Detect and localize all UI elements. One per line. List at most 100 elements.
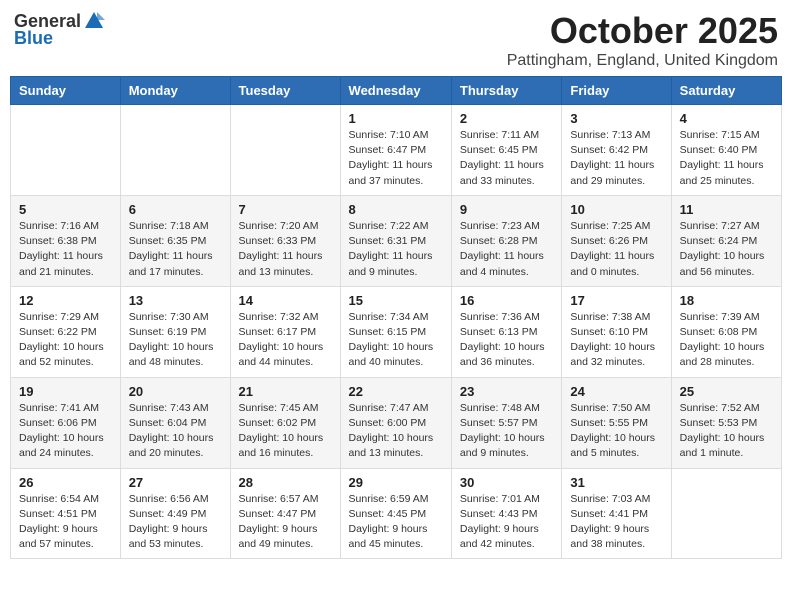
calendar-cell	[671, 468, 781, 559]
calendar-cell: 3 Sunrise: 7:13 AM Sunset: 6:42 PM Daylig…	[562, 105, 671, 196]
calendar-cell: 11Sunrise: 7:27 AM Sunset: 6:24 PM Dayli…	[671, 195, 781, 286]
calendar-cell: 1 Sunrise: 7:10 AM Sunset: 6:47 PM Daylig…	[340, 105, 451, 196]
col-header-wednesday: Wednesday	[340, 77, 451, 105]
day-info: Sunrise: 7:43 AM Sunset: 6:04 PM Dayligh…	[129, 401, 222, 462]
day-number: 6	[129, 202, 222, 217]
calendar-cell: 15 Sunrise: 7:34 AM Sunset: 6:15 PM Dayli…	[340, 286, 451, 377]
calendar-cell: 12Sunrise: 7:29 AM Sunset: 6:22 PM Dayli…	[11, 286, 121, 377]
day-number: 29	[349, 475, 443, 490]
day-info: Sunrise: 6:54 AM Sunset: 4:51 PM Dayligh…	[19, 492, 112, 553]
day-info: Sunrise: 7:32 AM Sunset: 6:17 PM Dayligh…	[239, 310, 332, 371]
day-info: Sunrise: 7:45 AM Sunset: 6:02 PM Dayligh…	[239, 401, 332, 462]
week-row-3: 12Sunrise: 7:29 AM Sunset: 6:22 PM Dayli…	[11, 286, 782, 377]
day-number: 10	[570, 202, 662, 217]
col-header-thursday: Thursday	[451, 77, 561, 105]
day-number: 5	[19, 202, 112, 217]
day-number: 18	[680, 293, 773, 308]
day-info: Sunrise: 7:30 AM Sunset: 6:19 PM Dayligh…	[129, 310, 222, 371]
calendar-header-row: SundayMondayTuesdayWednesdayThursdayFrid…	[11, 77, 782, 105]
logo-blue: Blue	[14, 28, 53, 49]
calendar-cell: 6 Sunrise: 7:18 AM Sunset: 6:35 PM Daylig…	[120, 195, 230, 286]
week-row-5: 26 Sunrise: 6:54 AM Sunset: 4:51 PM Dayli…	[11, 468, 782, 559]
day-info: Sunrise: 7:18 AM Sunset: 6:35 PM Dayligh…	[129, 219, 222, 280]
col-header-saturday: Saturday	[671, 77, 781, 105]
calendar-cell: 30 Sunrise: 7:01 AM Sunset: 4:43 PM Dayli…	[451, 468, 561, 559]
calendar-cell: 22 Sunrise: 7:47 AM Sunset: 6:00 PM Dayli…	[340, 377, 451, 468]
day-info: Sunrise: 7:10 AM Sunset: 6:47 PM Dayligh…	[349, 128, 443, 189]
day-info: Sunrise: 7:01 AM Sunset: 4:43 PM Dayligh…	[460, 492, 553, 553]
day-info: Sunrise: 7:11 AM Sunset: 6:45 PM Dayligh…	[460, 128, 553, 189]
day-number: 25	[680, 384, 773, 399]
calendar-cell: 5 Sunrise: 7:16 AM Sunset: 6:38 PM Daylig…	[11, 195, 121, 286]
calendar-cell: 16 Sunrise: 7:36 AM Sunset: 6:13 PM Dayli…	[451, 286, 561, 377]
day-info: Sunrise: 6:59 AM Sunset: 4:45 PM Dayligh…	[349, 492, 443, 553]
calendar-cell: 29 Sunrise: 6:59 AM Sunset: 4:45 PM Dayli…	[340, 468, 451, 559]
calendar-cell: 2 Sunrise: 7:11 AM Sunset: 6:45 PM Daylig…	[451, 105, 561, 196]
day-number: 26	[19, 475, 112, 490]
day-number: 30	[460, 475, 553, 490]
day-number: 8	[349, 202, 443, 217]
calendar-cell: 13 Sunrise: 7:30 AM Sunset: 6:19 PM Dayli…	[120, 286, 230, 377]
day-info: Sunrise: 6:57 AM Sunset: 4:47 PM Dayligh…	[239, 492, 332, 553]
calendar-cell: 14 Sunrise: 7:32 AM Sunset: 6:17 PM Dayli…	[230, 286, 340, 377]
day-number: 4	[680, 111, 773, 126]
calendar-cell: 27 Sunrise: 6:56 AM Sunset: 4:49 PM Dayli…	[120, 468, 230, 559]
calendar-cell: 9 Sunrise: 7:23 AM Sunset: 6:28 PM Daylig…	[451, 195, 561, 286]
day-number: 1	[349, 111, 443, 126]
day-info: Sunrise: 7:39 AM Sunset: 6:08 PM Dayligh…	[680, 310, 773, 371]
day-number: 28	[239, 475, 332, 490]
day-info: Sunrise: 7:15 AM Sunset: 6:40 PM Dayligh…	[680, 128, 773, 189]
week-row-1: 1 Sunrise: 7:10 AM Sunset: 6:47 PM Daylig…	[11, 105, 782, 196]
day-number: 23	[460, 384, 553, 399]
day-info: Sunrise: 7:36 AM Sunset: 6:13 PM Dayligh…	[460, 310, 553, 371]
logo: General Blue	[14, 10, 105, 49]
header: General Blue October 2025 Pattingham, En…	[10, 10, 782, 70]
day-number: 16	[460, 293, 553, 308]
calendar: SundayMondayTuesdayWednesdayThursdayFrid…	[10, 76, 782, 559]
day-number: 7	[239, 202, 332, 217]
day-info: Sunrise: 7:52 AM Sunset: 5:53 PM Dayligh…	[680, 401, 773, 462]
day-info: Sunrise: 7:03 AM Sunset: 4:41 PM Dayligh…	[570, 492, 662, 553]
day-info: Sunrise: 7:23 AM Sunset: 6:28 PM Dayligh…	[460, 219, 553, 280]
calendar-cell	[120, 105, 230, 196]
day-number: 17	[570, 293, 662, 308]
day-info: Sunrise: 7:34 AM Sunset: 6:15 PM Dayligh…	[349, 310, 443, 371]
week-row-4: 19Sunrise: 7:41 AM Sunset: 6:06 PM Dayli…	[11, 377, 782, 468]
day-info: Sunrise: 7:16 AM Sunset: 6:38 PM Dayligh…	[19, 219, 112, 280]
day-info: Sunrise: 7:20 AM Sunset: 6:33 PM Dayligh…	[239, 219, 332, 280]
day-number: 12	[19, 293, 112, 308]
calendar-cell: 18 Sunrise: 7:39 AM Sunset: 6:08 PM Dayli…	[671, 286, 781, 377]
calendar-cell: 21 Sunrise: 7:45 AM Sunset: 6:02 PM Dayli…	[230, 377, 340, 468]
calendar-cell: 8 Sunrise: 7:22 AM Sunset: 6:31 PM Daylig…	[340, 195, 451, 286]
day-info: Sunrise: 7:47 AM Sunset: 6:00 PM Dayligh…	[349, 401, 443, 462]
day-number: 24	[570, 384, 662, 399]
day-number: 27	[129, 475, 222, 490]
day-number: 21	[239, 384, 332, 399]
calendar-cell: 7 Sunrise: 7:20 AM Sunset: 6:33 PM Daylig…	[230, 195, 340, 286]
calendar-cell: 10 Sunrise: 7:25 AM Sunset: 6:26 PM Dayli…	[562, 195, 671, 286]
calendar-cell: 20 Sunrise: 7:43 AM Sunset: 6:04 PM Dayli…	[120, 377, 230, 468]
day-number: 9	[460, 202, 553, 217]
col-header-tuesday: Tuesday	[230, 77, 340, 105]
day-number: 15	[349, 293, 443, 308]
day-number: 2	[460, 111, 553, 126]
day-info: Sunrise: 7:22 AM Sunset: 6:31 PM Dayligh…	[349, 219, 443, 280]
day-number: 3	[570, 111, 662, 126]
day-info: Sunrise: 7:48 AM Sunset: 5:57 PM Dayligh…	[460, 401, 553, 462]
calendar-cell	[11, 105, 121, 196]
day-info: Sunrise: 6:56 AM Sunset: 4:49 PM Dayligh…	[129, 492, 222, 553]
day-info: Sunrise: 7:25 AM Sunset: 6:26 PM Dayligh…	[570, 219, 662, 280]
location-title: Pattingham, England, United Kingdom	[507, 52, 778, 70]
day-number: 13	[129, 293, 222, 308]
col-header-monday: Monday	[120, 77, 230, 105]
day-info: Sunrise: 7:13 AM Sunset: 6:42 PM Dayligh…	[570, 128, 662, 189]
day-number: 14	[239, 293, 332, 308]
day-info: Sunrise: 7:38 AM Sunset: 6:10 PM Dayligh…	[570, 310, 662, 371]
calendar-cell: 17 Sunrise: 7:38 AM Sunset: 6:10 PM Dayli…	[562, 286, 671, 377]
day-info: Sunrise: 7:41 AM Sunset: 6:06 PM Dayligh…	[19, 401, 112, 462]
calendar-cell: 4 Sunrise: 7:15 AM Sunset: 6:40 PM Daylig…	[671, 105, 781, 196]
day-number: 20	[129, 384, 222, 399]
day-number: 22	[349, 384, 443, 399]
title-area: October 2025 Pattingham, England, United…	[507, 10, 778, 70]
calendar-cell: 31Sunrise: 7:03 AM Sunset: 4:41 PM Dayli…	[562, 468, 671, 559]
